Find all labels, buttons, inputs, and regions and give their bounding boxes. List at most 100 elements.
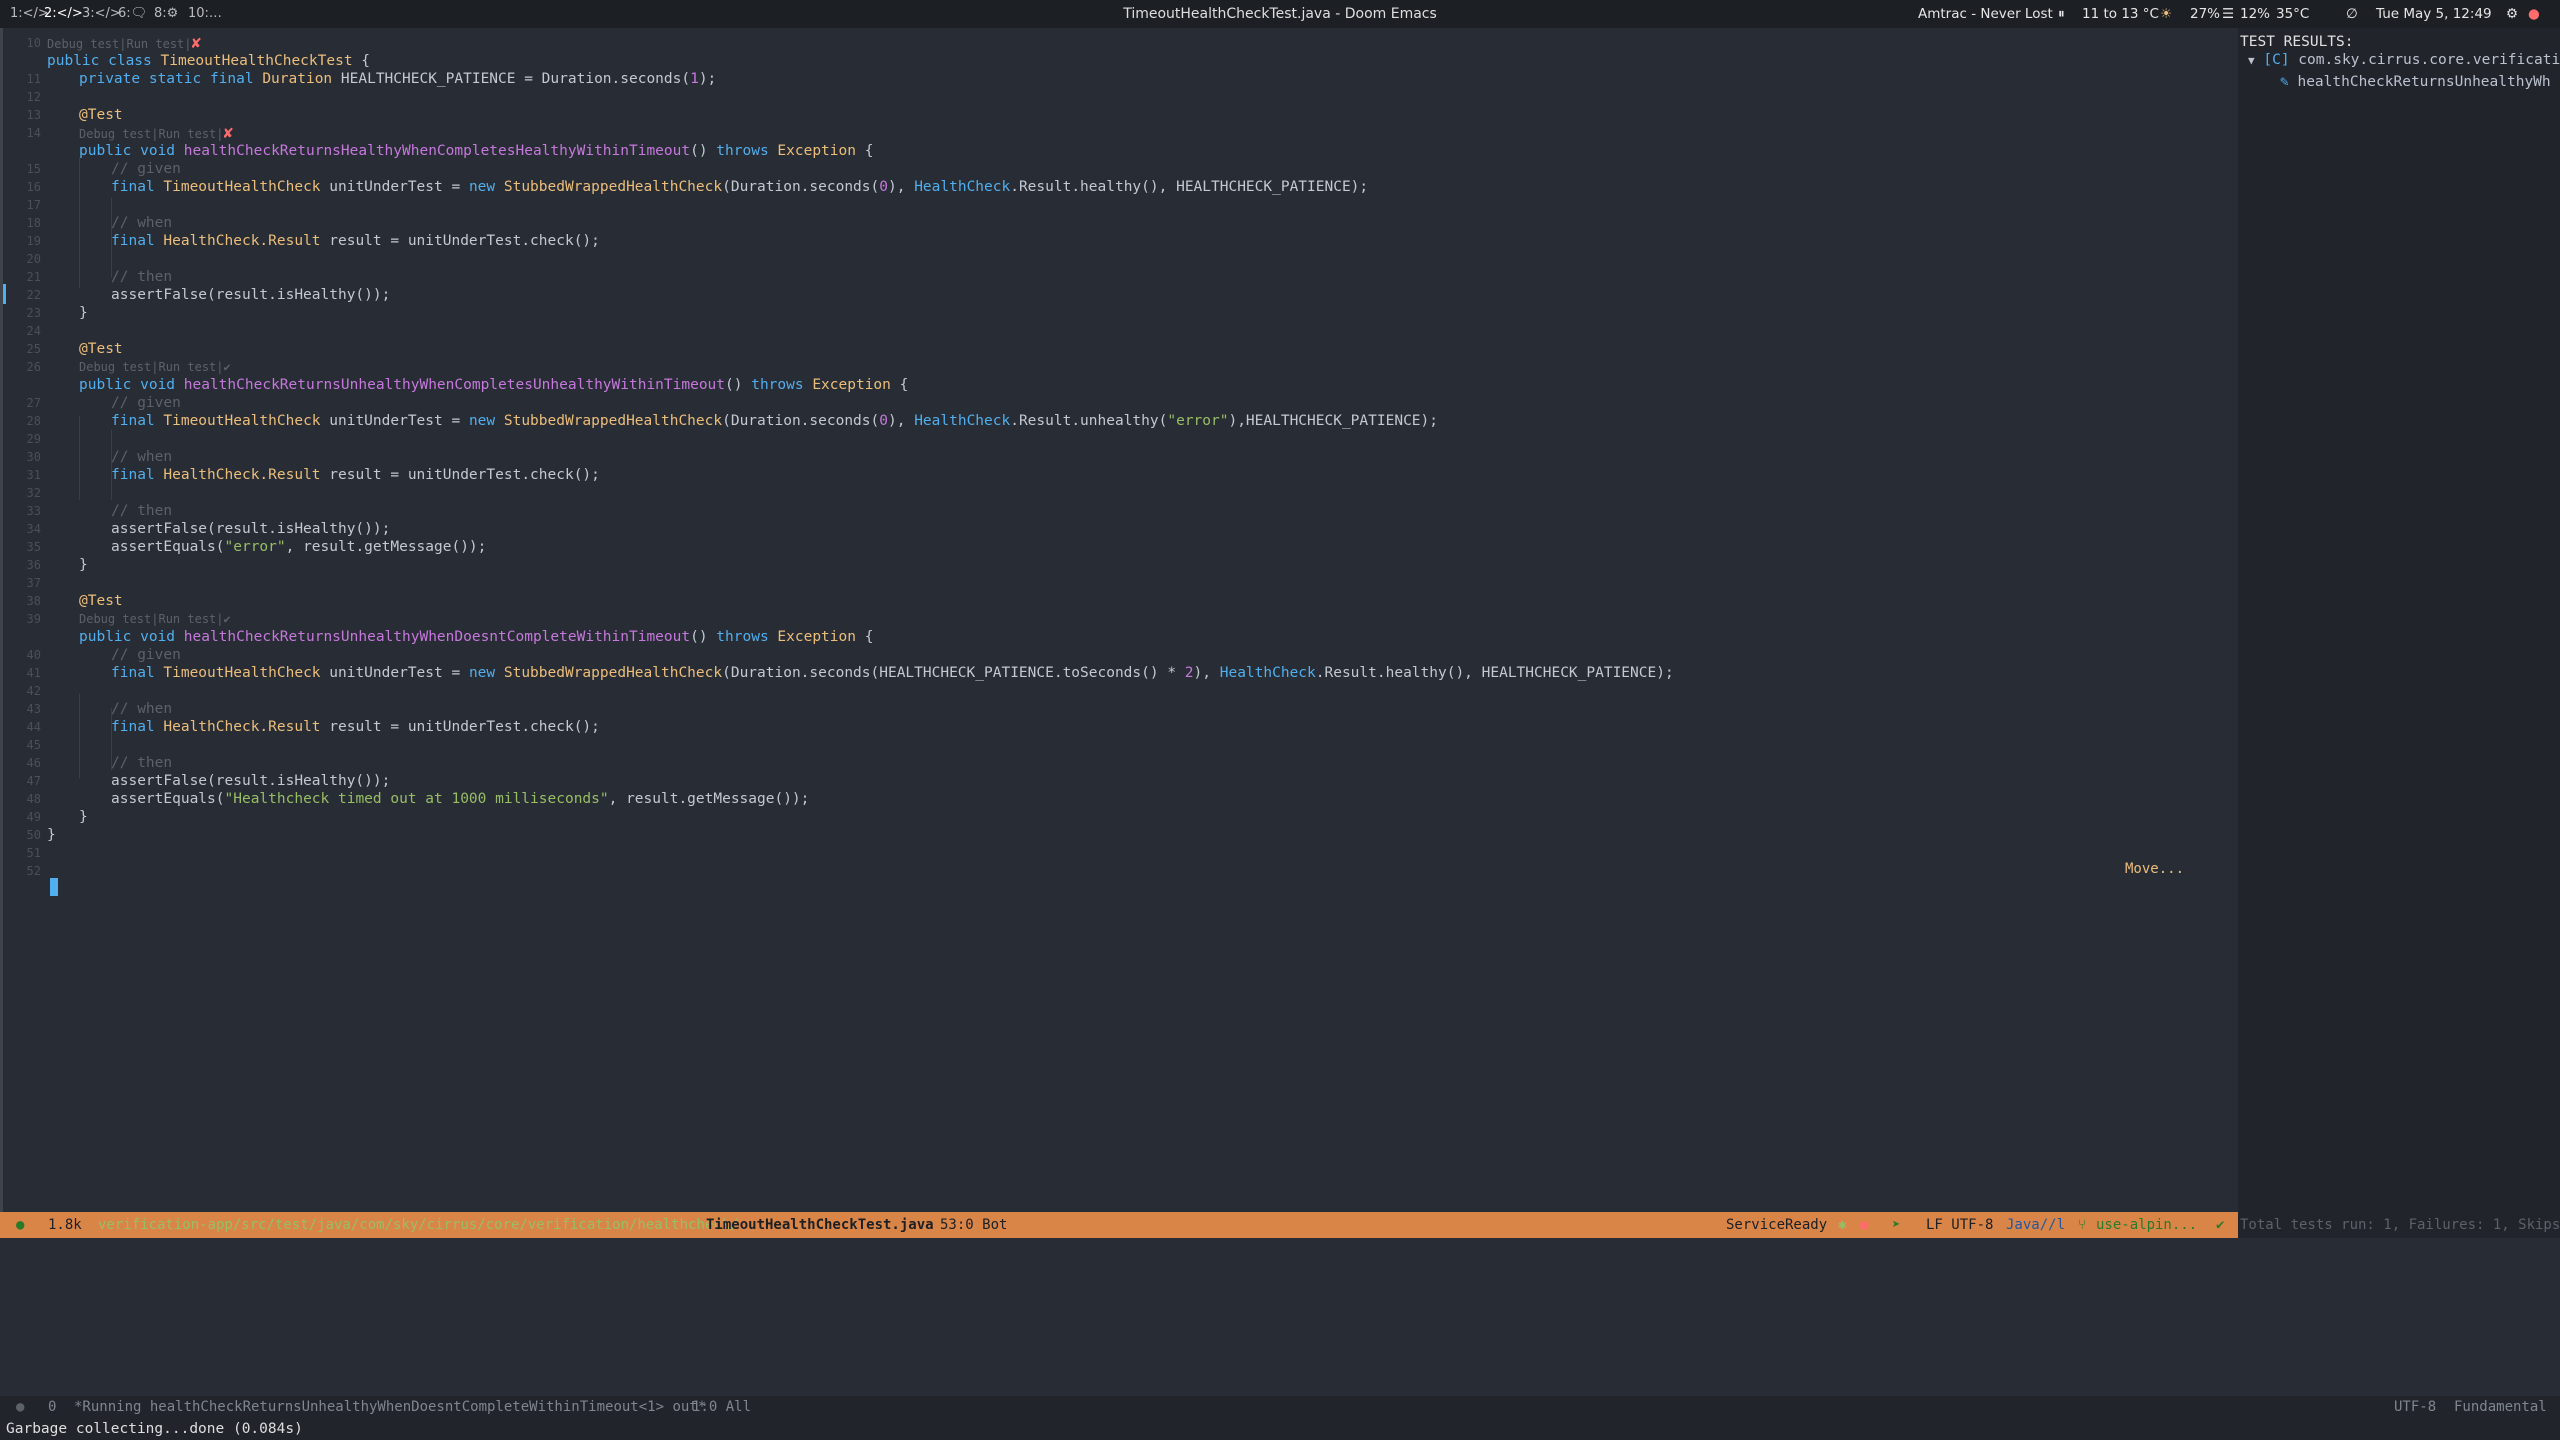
code-line[interactable]: 19 final HealthCheck.Result result = unit… [3, 232, 2237, 250]
code-line[interactable]: 46 // then [3, 754, 2237, 772]
code-line[interactable]: 34 assertFalse(result.isHealthy()); [3, 520, 2237, 538]
code-line[interactable]: 15 // given [3, 160, 2237, 178]
code-line[interactable]: 28 final TimeoutHealthCheck unitUnderTest… [3, 412, 2237, 430]
code-text: @Test [79, 340, 123, 358]
datetime[interactable]: Tue May 5, 12:49 [2376, 6, 2492, 22]
code-line[interactable]: 31 final HealthCheck.Result result = unit… [3, 466, 2237, 484]
code-lens[interactable]: Debug test|Run test|✘ [47, 34, 201, 53]
code-text: final HealthCheck.Result result = unitUn… [111, 466, 600, 484]
code-lens-label[interactable]: Debug test|Run test| [47, 37, 192, 51]
major-mode[interactable]: Java//l [2006, 1212, 2065, 1238]
code-token: () [690, 143, 717, 159]
code-line[interactable]: 35 assertEquals("error", result.getMessag… [3, 538, 2237, 556]
code-token: HealthCheck [914, 413, 1011, 429]
notifications-off-icon[interactable]: ∅ [2346, 6, 2358, 22]
code-line[interactable]: 32 [3, 484, 2237, 502]
code-text: final TimeoutHealthCheck unitUnderTest =… [111, 412, 1438, 430]
code-line[interactable]: 43 // when [3, 700, 2237, 718]
code-lens-label[interactable]: Debug test|Run test|✔ [79, 360, 231, 374]
code-line[interactable]: 13 @Test [3, 106, 2237, 124]
output-mode[interactable]: Fundamental [2454, 1396, 2547, 1418]
file-encoding[interactable]: LF UTF-8 [1926, 1212, 1993, 1238]
code-line[interactable]: 11 private static final Duration HEALTHCH… [3, 70, 2237, 88]
code-line[interactable]: 21 // then [3, 268, 2237, 286]
code-line[interactable]: 41 final TimeoutHealthCheck unitUnderTest… [3, 664, 2237, 682]
code-line[interactable]: 48 assertEquals("Healthcheck timed out at… [3, 790, 2237, 808]
code-line[interactable]: 23} [3, 304, 2237, 322]
expand-triangle-icon[interactable]: ▼ [2248, 54, 2255, 67]
code-lens[interactable]: Debug test|Run test|✘ [79, 124, 233, 143]
code-token: () [725, 377, 752, 393]
code-editor[interactable]: Move... 10 Debug test|Run test|✘ public cl… [0, 28, 2238, 1212]
code-line[interactable]: 42 [3, 682, 2237, 700]
git-branch[interactable]: use-alpin... [2096, 1212, 2197, 1238]
code-line[interactable]: 27 // given [3, 394, 2237, 412]
code-line[interactable]: 44 final HealthCheck.Result result = unit… [3, 718, 2237, 736]
music-pause-icon[interactable]: ⏸ [2058, 6, 2065, 22]
error-icon[interactable]: ● [1860, 1212, 1868, 1238]
debug-icon[interactable]: ✱ [1838, 1212, 1846, 1238]
lsp-status[interactable]: ServiceReady [1726, 1212, 1827, 1238]
code-lens[interactable]: Debug test|Run test|✔ [79, 358, 231, 376]
code-line[interactable]: 18 // when [3, 214, 2237, 232]
code-token: new [468, 179, 504, 195]
tray-icon[interactable]: ⚙ [2506, 6, 2518, 22]
code-line[interactable]: 51 [3, 844, 2237, 862]
code-text: public void healthCheckReturnsUnhealthyW… [79, 628, 873, 646]
code-line[interactable]: 47 assertFalse(result.isHealthy()); [3, 772, 2237, 790]
minibuffer[interactable]: Garbage collecting...done (0.084s) [0, 1418, 2560, 1440]
code-line[interactable]: 52 [3, 862, 2237, 880]
code-line[interactable]: public void healthCheckReturnsHealthyWhe… [3, 142, 2237, 160]
code-line[interactable]: 39 Debug test|Run test|✔ [3, 610, 2237, 628]
code-token: } [47, 827, 56, 843]
code-line[interactable]: 22 assertFalse(result.isHealthy()); [3, 286, 2237, 304]
code-lens[interactable]: Debug test|Run test|✔ [79, 610, 231, 628]
code-text: final HealthCheck.Result result = unitUn… [111, 232, 600, 250]
code-line[interactable]: public void healthCheckReturnsUnhealthyW… [3, 628, 2237, 646]
tray-alert-icon[interactable]: ● [2528, 6, 2540, 22]
sun-icon: ☀ [2160, 6, 2173, 22]
code-line[interactable]: 36} [3, 556, 2237, 574]
code-line[interactable]: 16 final TimeoutHealthCheck unitUnderTest… [3, 178, 2237, 196]
code-text: assertFalse(result.isHealthy()); [111, 520, 390, 538]
code-line[interactable]: 45 [3, 736, 2237, 754]
rocket-icon[interactable]: ➤ [1892, 1212, 1900, 1238]
code-text: // then [111, 502, 172, 520]
line-number: 44 [26, 720, 41, 734]
code-line[interactable]: 37 [3, 574, 2237, 592]
line-number: 17 [26, 198, 41, 212]
code-line[interactable]: 10 Debug test|Run test|✘ [3, 34, 2237, 52]
code-token: // then [111, 755, 173, 771]
code-line[interactable]: 26 Debug test|Run test|✔ [3, 358, 2237, 376]
buffer-size: 1.8k [48, 1217, 82, 1233]
text-cursor [50, 878, 58, 896]
code-line[interactable]: 38 @Test [3, 592, 2237, 610]
music-status[interactable]: Amtrac - Never Lost [1918, 6, 2053, 22]
code-text: assertFalse(result.isHealthy()); [111, 286, 390, 304]
code-line[interactable]: 24 [3, 322, 2237, 340]
code-text: } [79, 304, 88, 322]
code-line[interactable]: 25 @Test [3, 340, 2237, 358]
code-line[interactable]: 17 [3, 196, 2237, 214]
test-class-node[interactable]: ▼ [C] com.sky.cirrus.core.verificatio $ [2248, 52, 2560, 68]
code-line[interactable]: 29 [3, 430, 2237, 448]
code-line[interactable]: public void healthCheckReturnsUnhealthyW… [3, 376, 2237, 394]
code-token: , result.getMessage()); [608, 791, 810, 807]
code-line[interactable]: 20 [3, 250, 2237, 268]
weather-status: 11 to 13 °C [2082, 6, 2159, 22]
test-method-node[interactable]: ✎ healthCheckReturnsUnhealthyWh $ [2280, 74, 2560, 90]
code-lens-label[interactable]: Debug test|Run test|✔ [79, 612, 231, 626]
indent-guide [111, 708, 112, 770]
code-line[interactable]: 12 [3, 88, 2237, 106]
output-window[interactable] [0, 1238, 2560, 1396]
output-encoding[interactable]: UTF-8 [2394, 1396, 2436, 1418]
code-line[interactable]: public class TimeoutHealthCheckTest { [3, 52, 2237, 70]
code-line[interactable]: 33 // then [3, 502, 2237, 520]
code-line[interactable]: 49} [3, 808, 2237, 826]
code-lens-label[interactable]: Debug test|Run test| [79, 127, 224, 141]
code-line[interactable]: 14 Debug test|Run test|✘ [3, 124, 2237, 142]
code-line[interactable]: 40 // given [3, 646, 2237, 664]
code-line[interactable]: 30 // when [3, 448, 2237, 466]
code-token: throws [751, 377, 813, 393]
code-line[interactable]: 50} [3, 826, 2237, 844]
